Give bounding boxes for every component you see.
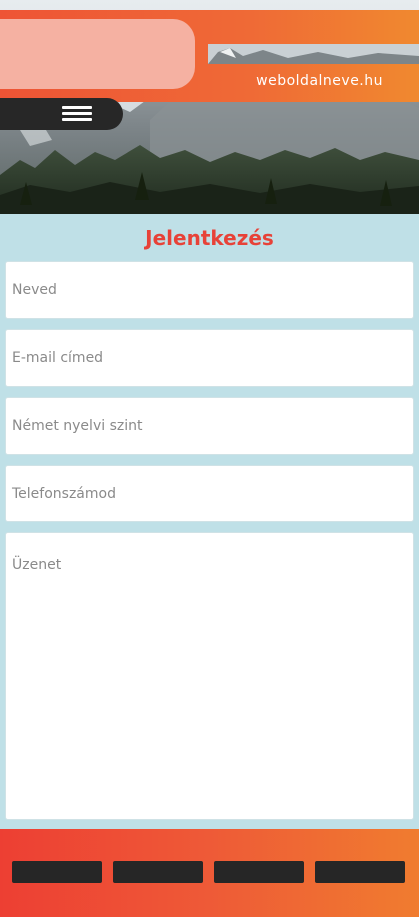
header-window-image (208, 44, 419, 64)
site-name: weboldalneve.hu (256, 73, 383, 89)
footer-button-4[interactable] (315, 861, 405, 883)
form-title: Jelentkezés (145, 226, 274, 250)
footer-button-3[interactable] (214, 861, 304, 883)
hero-banner: weboldalneve.hu (0, 0, 419, 214)
name-field-placeholder: Neved (12, 282, 57, 298)
german-level-field[interactable]: Német nyelvi szint (5, 397, 414, 455)
phone-field[interactable]: Telefonszámod (5, 465, 414, 522)
hamburger-line (62, 118, 92, 121)
german-level-field-placeholder: Német nyelvi szint (12, 418, 143, 434)
email-field[interactable]: E-mail címed (5, 329, 414, 387)
footer-button-1[interactable] (12, 861, 102, 883)
footer-button-2[interactable] (113, 861, 203, 883)
name-field[interactable]: Neved (5, 261, 414, 319)
message-textarea-placeholder: Üzenet (12, 557, 62, 573)
page: weboldalneve.hu Jelentkezés Neved E-mail… (0, 0, 419, 917)
message-textarea[interactable]: Üzenet (5, 532, 414, 820)
logo-placeholder[interactable] (0, 19, 195, 89)
hamburger-menu-icon[interactable] (62, 106, 92, 122)
email-field-placeholder: E-mail címed (12, 350, 104, 366)
hamburger-line (62, 112, 92, 115)
hamburger-line (62, 106, 92, 109)
phone-field-placeholder: Telefonszámod (12, 485, 116, 502)
